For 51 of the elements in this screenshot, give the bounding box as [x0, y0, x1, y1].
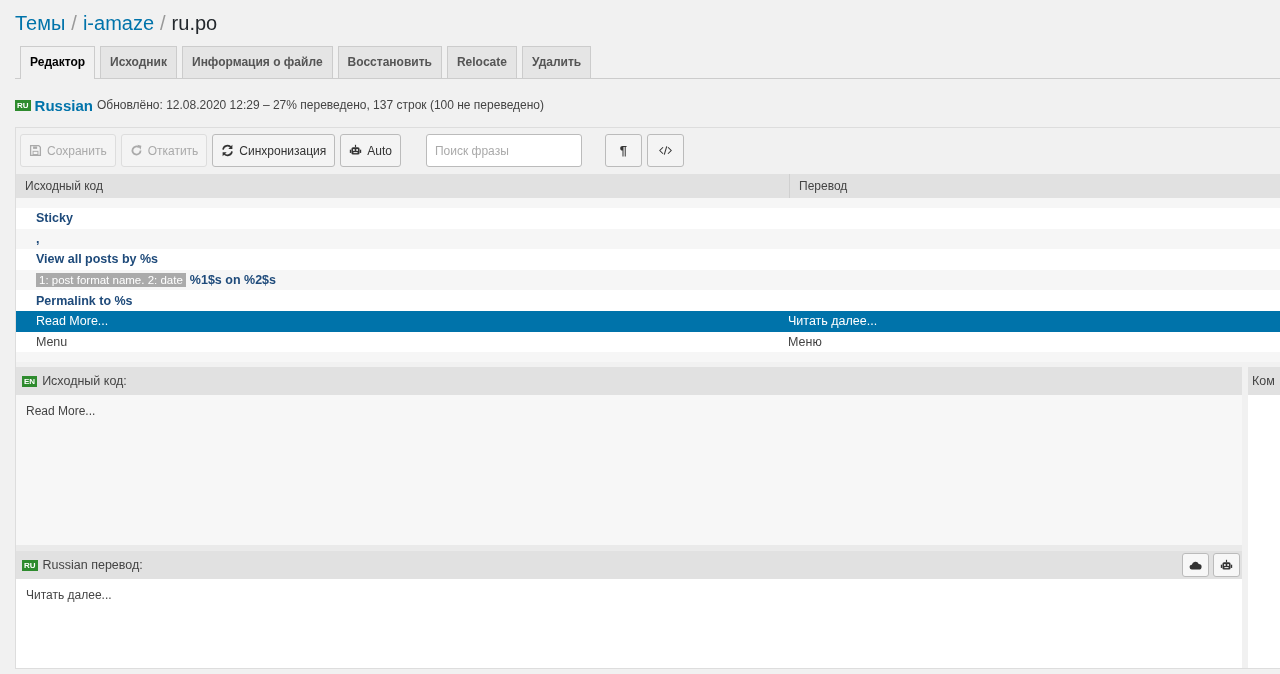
- table-row[interactable]: Permalink to %s: [16, 290, 1280, 311]
- sync-button[interactable]: Синхронизация: [212, 134, 336, 167]
- source-text: Menu: [36, 334, 68, 349]
- status-text: Обновлёно: 12.08.2020 12:29 – 27% переведено, 137 строк (100 не переведено): [96, 98, 544, 112]
- language-badge: EN: [22, 375, 38, 387]
- tab[interactable]: Информация о файле: [182, 46, 333, 78]
- tab[interactable]: Удалить: [521, 46, 592, 78]
- pane-title: Russian перевод:: [42, 558, 143, 573]
- tab[interactable]: Редактор: [20, 46, 96, 79]
- source-text: Read More...: [26, 404, 96, 419]
- source-text: ,: [36, 231, 40, 246]
- cloud-button[interactable]: [1182, 553, 1209, 578]
- source-text: View all posts by %s: [36, 252, 159, 267]
- table-row[interactable]: Read More... Читать далее...: [16, 310, 1280, 332]
- source-text: Permalink to %s: [36, 293, 133, 308]
- robot-icon: [1220, 558, 1233, 572]
- language-badge: RU: [22, 559, 38, 571]
- undo-arrow-icon: [129, 144, 143, 157]
- auto-button[interactable]: Auto: [340, 134, 401, 167]
- tab[interactable]: Исходник: [100, 46, 177, 78]
- column-header: Исходный код: [24, 178, 104, 195]
- language-badge: RU: [15, 99, 31, 111]
- robot-button[interactable]: [1213, 553, 1240, 578]
- breadcrumb-link[interactable]: Темы: [15, 11, 66, 35]
- breadcrumb-separator: /: [71, 11, 77, 35]
- breadcrumb-link[interactable]: i-amaze: [82, 11, 155, 35]
- language-link[interactable]: Russian: [34, 96, 93, 114]
- resize-handle[interactable]: [16, 545, 1242, 552]
- robot-icon: [349, 144, 363, 157]
- table-row[interactable]: Menu Меню: [16, 331, 1280, 353]
- translation-text: Читать далее...: [788, 314, 878, 329]
- table-row[interactable]: ,: [16, 228, 1280, 250]
- translation-field[interactable]: Читать далее...: [26, 588, 112, 603]
- tab[interactable]: Восстановить: [337, 46, 442, 78]
- pilcrow-button[interactable]: ¶: [604, 134, 642, 167]
- pane-title: Ком: [1252, 374, 1275, 389]
- source-text: %1$s on %2$s: [189, 273, 276, 288]
- source-text: Sticky: [36, 211, 73, 226]
- breadcrumb-separator: /: [160, 11, 166, 35]
- context-tag: 1: post format name. 2: date: [36, 273, 186, 288]
- code-icon: [658, 144, 672, 157]
- search-field[interactable]: Поиск фразы: [425, 134, 582, 167]
- translation-text: Меню: [788, 334, 822, 349]
- sync-icon: [221, 144, 235, 157]
- tab[interactable]: Relocate: [446, 46, 517, 78]
- table-row[interactable]: View all posts by %s: [16, 249, 1280, 270]
- breadcrumb-current: ru.po: [171, 11, 218, 35]
- table-row[interactable]: Sticky: [16, 208, 1280, 229]
- table-row[interactable]: 1: post format name. 2: date %1$s on %2$s: [16, 269, 1280, 291]
- source-text: Read More...: [36, 314, 109, 329]
- pane-title: Исходный код:: [42, 374, 127, 389]
